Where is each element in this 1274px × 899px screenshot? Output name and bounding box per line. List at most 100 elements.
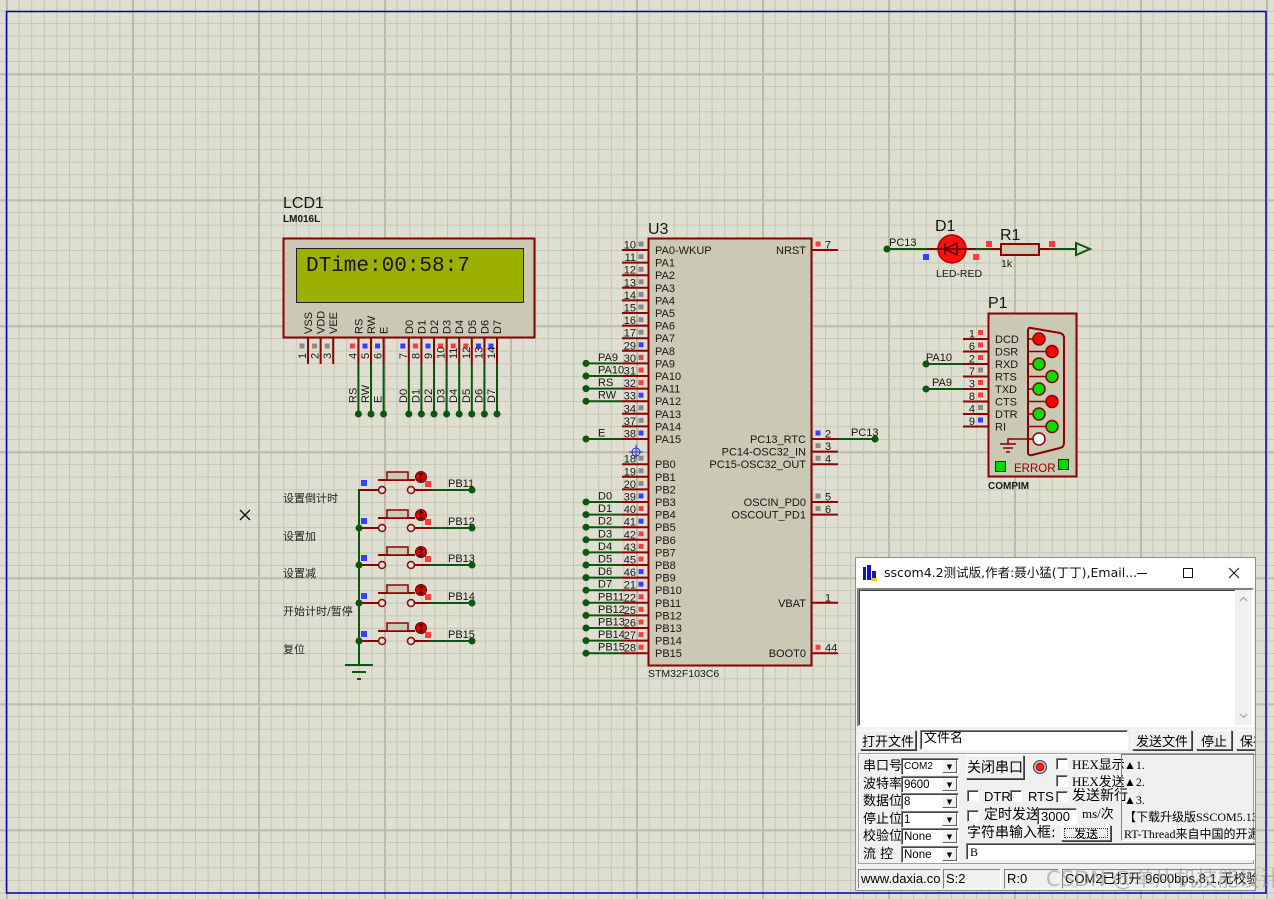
data-bits-select[interactable]: 8 ▼: [901, 793, 959, 810]
send-newline-checkbox[interactable]: [1056, 791, 1068, 803]
link-1[interactable]: ▲1.: [1124, 757, 1145, 774]
receive-scrollbar[interactable]: [1235, 590, 1252, 725]
pin-number: 22: [624, 592, 636, 604]
hex-send-checkbox[interactable]: [1056, 775, 1068, 787]
cts-indicator-led: [1045, 394, 1059, 409]
pin-number: 17: [624, 328, 636, 340]
hex-display-checkbox[interactable]: [1056, 758, 1068, 770]
pin-state-indicator: [638, 455, 644, 461]
pin-state-indicator: [815, 430, 821, 436]
dropdown-arrow-icon[interactable]: ▼: [942, 848, 957, 861]
junction-dot: [417, 410, 425, 418]
pin-state-indicator: [638, 569, 644, 575]
dtr-checkbox[interactable]: [967, 790, 979, 802]
scroll-down-arrow-icon[interactable]: [1238, 710, 1249, 721]
pin-state-indicator: [638, 468, 644, 474]
stop-button[interactable]: 停止: [1196, 730, 1232, 750]
net-label: PA10: [926, 352, 952, 364]
title-bar[interactable]: sscom4.2测试版,作者:聂小猛(丁丁),Email...: [856, 558, 1255, 588]
pin-number: 10: [624, 240, 636, 252]
pin-number: 45: [624, 555, 636, 567]
send-button[interactable]: 发送: [1061, 825, 1111, 841]
net-label: PB11: [448, 478, 474, 490]
close-button[interactable]: [1211, 558, 1255, 588]
button-actuator-icon[interactable]: [415, 584, 427, 596]
pin-state-indicator: [1049, 241, 1055, 247]
timed-send-label: 定时发送: [984, 807, 1040, 823]
port-select[interactable]: COM2 ▼: [901, 758, 959, 775]
pin-name: PC15-OSC32_OUT: [709, 459, 806, 471]
save-button[interactable]: 保存: [1236, 730, 1255, 750]
pin-state-indicator: [978, 342, 983, 348]
send-file-button[interactable]: 发送文件: [1132, 730, 1192, 750]
parity-select[interactable]: None ▼: [901, 828, 959, 845]
stop-bits-select[interactable]: 1 ▼: [901, 811, 959, 828]
net-label: D5: [461, 389, 473, 403]
net-label: PB13: [598, 617, 625, 629]
download-upgrade-link[interactable]: 【下载升级版SSCOM5.13】: [1124, 809, 1255, 826]
dropdown-arrow-icon[interactable]: ▼: [942, 813, 957, 826]
pin-number: 4: [825, 454, 831, 466]
dropdown-arrow-icon[interactable]: ▼: [942, 760, 957, 773]
resistor-value-label: 1k: [1001, 258, 1013, 270]
minimize-button[interactable]: [1119, 558, 1165, 588]
pin-number: 27: [624, 630, 636, 642]
pin-state-indicator: [361, 593, 367, 599]
junction-dot: [582, 359, 590, 367]
junction-dot: [582, 372, 590, 380]
pin-state-indicator: [425, 343, 431, 349]
pin-state-indicator: [638, 632, 644, 638]
pin-name: PB15: [655, 648, 682, 660]
dropdown-arrow-icon[interactable]: ▼: [942, 778, 957, 791]
dropdown-arrow-icon[interactable]: ▼: [942, 830, 957, 843]
junction-dot: [582, 397, 590, 405]
rt-thread-link[interactable]: RT-Thread来自中国的开源: [1124, 826, 1255, 840]
button-actuator-icon[interactable]: [415, 509, 427, 521]
baud-rate-select[interactable]: 9600 ▼: [901, 776, 959, 793]
pin-number: 2: [825, 429, 831, 441]
pin-name: PB3: [655, 497, 676, 509]
junction-dot: [582, 523, 590, 531]
pin-state-indicator: [425, 594, 431, 600]
net-label: PB11: [598, 591, 624, 603]
close-port-button[interactable]: 关闭串口: [966, 755, 1024, 779]
stop-bits-label: 停止位: [863, 812, 903, 827]
pin-state-indicator: [638, 556, 644, 562]
button-actuator-icon[interactable]: [415, 622, 427, 634]
pin-state-indicator: [412, 343, 418, 349]
net-label: D3: [436, 389, 448, 403]
button-actuator-icon[interactable]: [415, 471, 427, 483]
pin-name: PA15: [655, 434, 681, 446]
rxd-indicator-led: [1032, 357, 1046, 371]
maximize-button[interactable]: [1165, 558, 1211, 588]
pin-state-indicator: [638, 619, 644, 625]
pin-name: PA3: [655, 283, 675, 295]
net-label: D1: [598, 503, 612, 515]
receive-area[interactable]: [857, 588, 1254, 727]
timed-send-checkbox[interactable]: [967, 810, 979, 822]
flow-control-label: 流 控: [863, 847, 894, 862]
dropdown-arrow-icon[interactable]: ▼: [942, 795, 957, 808]
scroll-up-arrow-icon[interactable]: [1238, 594, 1249, 605]
pin-state-indicator: [638, 493, 644, 499]
open-file-button[interactable]: 打开文件: [860, 730, 916, 750]
flow-control-select[interactable]: None ▼: [901, 846, 959, 863]
link-2[interactable]: ▲2.: [1124, 774, 1145, 791]
junction-dot: [355, 561, 363, 569]
net-label: PC13: [851, 427, 879, 439]
pin-state-indicator: [638, 241, 644, 247]
pin-number: 7: [969, 366, 975, 378]
pin-number: 6: [373, 353, 385, 359]
junction-dot: [582, 548, 590, 556]
link-3[interactable]: ▲3.: [1124, 792, 1145, 809]
pin-name: PA4: [655, 295, 675, 307]
timed-send-interval-input[interactable]: 3000: [1037, 808, 1077, 825]
pin-name: PB0: [655, 459, 676, 471]
pin-state-indicator: [638, 291, 644, 297]
button-actuator-icon[interactable]: [415, 546, 427, 558]
junction-dot: [480, 410, 488, 418]
file-name-input[interactable]: 文件名: [920, 730, 1128, 750]
switch-cap: [386, 509, 409, 519]
rts-checkbox[interactable]: [1010, 790, 1022, 802]
send-text-input[interactable]: B: [966, 843, 1255, 860]
